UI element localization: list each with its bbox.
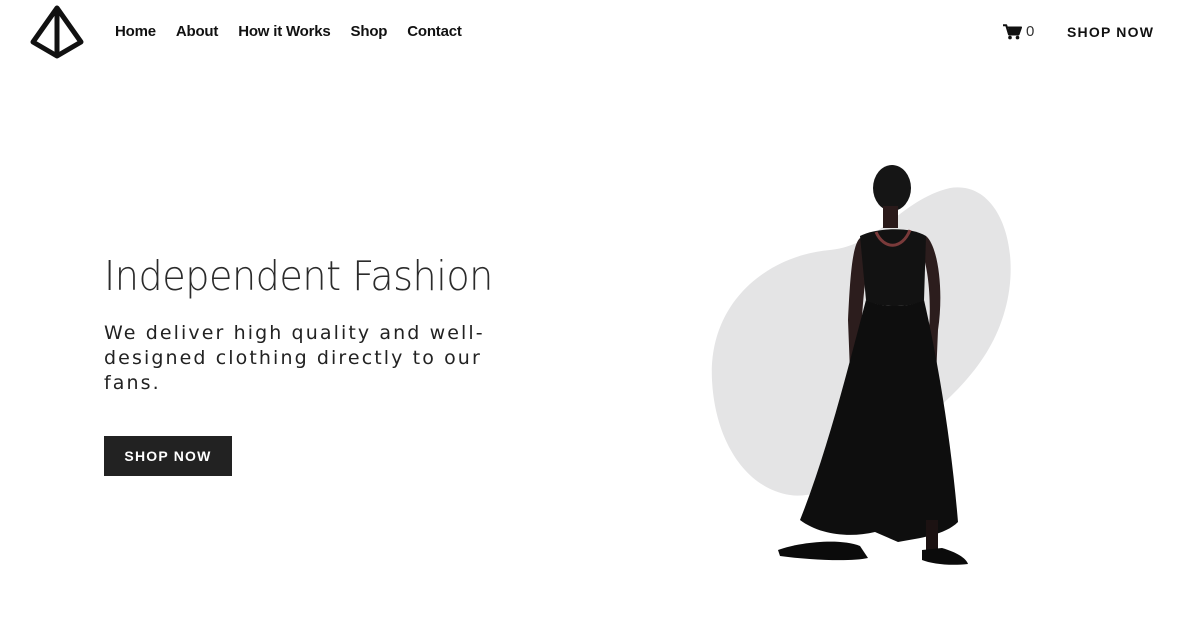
- hero-model-illustration: [700, 150, 1030, 580]
- pyramid-logo-icon[interactable]: [28, 4, 86, 60]
- nav-contact[interactable]: Contact: [407, 22, 462, 42]
- hero-shop-now-button[interactable]: SHOP NOW: [104, 436, 232, 476]
- nav-how-it-works[interactable]: How it Works: [238, 22, 331, 42]
- cart-count: 0: [1026, 23, 1035, 40]
- shopping-cart-icon: [1003, 24, 1022, 40]
- nav-home[interactable]: Home: [115, 22, 156, 42]
- nav-shop[interactable]: Shop: [351, 22, 388, 42]
- main-nav: Home About How it Works Shop Contact: [115, 22, 482, 42]
- site-header: Home About How it Works Shop Contact 0 S…: [0, 0, 1200, 64]
- header-shop-now-link[interactable]: SHOP NOW: [1067, 22, 1154, 42]
- cart-button[interactable]: 0: [1003, 22, 1034, 42]
- nav-about[interactable]: About: [176, 22, 219, 42]
- landing-page: Home About How it Works Shop Contact 0 S…: [0, 0, 1200, 637]
- hero-title: Independent Fashion: [104, 252, 493, 300]
- hero-subtitle: We deliver high quality and well-designe…: [104, 322, 485, 394]
